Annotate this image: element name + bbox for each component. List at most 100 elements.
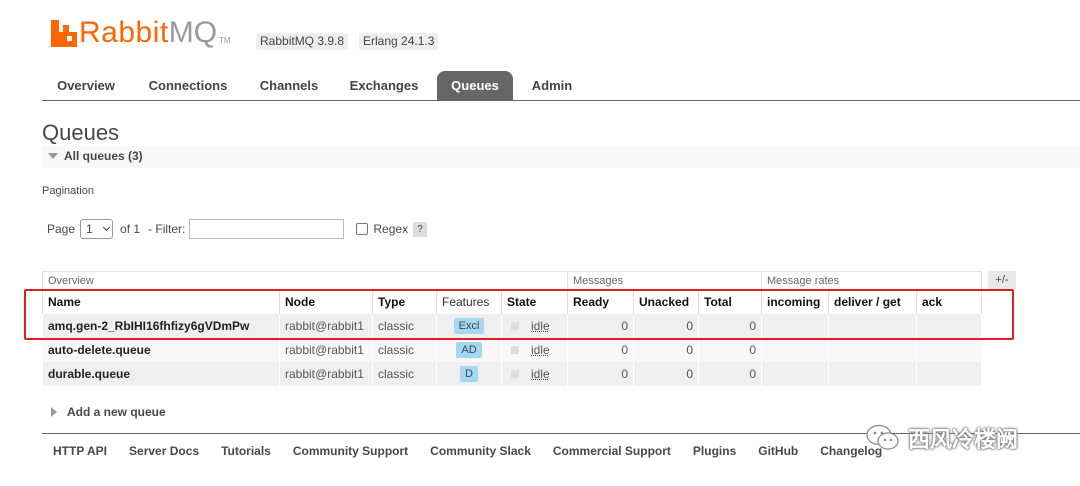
- messages-ready: 0: [567, 337, 634, 362]
- messages-unacked: 0: [633, 337, 699, 362]
- tab-connections[interactable]: Connections: [138, 71, 238, 100]
- rate-incoming: [761, 361, 829, 386]
- filter-input[interactable]: [189, 219, 345, 239]
- queue-node: rabbit@rabbit1: [279, 337, 373, 362]
- add-queue-toggle[interactable]: Add a new queue: [51, 405, 166, 419]
- column-header-deliver-get[interactable]: deliver / get: [828, 289, 917, 314]
- rate-deliver-get: [828, 313, 917, 338]
- messages-ready: 0: [567, 313, 634, 338]
- column-header-ack[interactable]: ack: [916, 289, 982, 314]
- logo-text-mq: MQ: [168, 16, 218, 49]
- rabbitmq-logo[interactable]: Rabbit MQ TM: [51, 16, 231, 50]
- state-indicator-icon: [511, 345, 519, 354]
- page-label: Page: [47, 222, 76, 236]
- add-queue-label: Add a new queue: [67, 405, 166, 419]
- messages-unacked: 0: [633, 313, 699, 338]
- footer-link-tutorials[interactable]: Tutorials: [221, 444, 271, 458]
- table-row[interactable]: amq.gen-2_RbIHI16fhfizy6gVDmPw rabbit@ra…: [42, 313, 982, 338]
- tab-exchanges[interactable]: Exchanges: [340, 71, 428, 100]
- queues-table: Overview Messages Message rates Name Nod…: [42, 271, 982, 386]
- queue-type: classic: [372, 361, 437, 386]
- page-select-value: 1: [86, 222, 93, 236]
- regex-label: Regex: [373, 222, 409, 236]
- tab-overview[interactable]: Overview: [47, 71, 125, 100]
- tab-admin[interactable]: Admin: [522, 71, 582, 100]
- queue-node: rabbit@rabbit1: [279, 313, 373, 338]
- rate-deliver-get: [828, 337, 917, 362]
- feature-badge: Excl: [453, 317, 485, 334]
- column-header-name[interactable]: Name: [42, 289, 280, 314]
- wechat-icon: [866, 424, 899, 450]
- tab-channels[interactable]: Channels: [250, 71, 328, 100]
- pagination-row: Page 1 of 1 - Filter: Regex ?: [47, 218, 428, 240]
- group-header-overview: Overview: [42, 271, 568, 290]
- rate-incoming: [761, 337, 829, 362]
- column-header-features: Features: [436, 289, 502, 314]
- group-header-messages: Messages: [567, 271, 762, 290]
- footer-links: HTTP API Server Docs Tutorials Community…: [53, 444, 882, 458]
- queue-state: idle: [531, 366, 550, 381]
- feature-badge: AD: [456, 341, 482, 358]
- watermark: 西风冷楼阙: [866, 422, 1018, 454]
- rate-incoming: [761, 313, 829, 338]
- table-row[interactable]: durable.queue rabbit@rabbit1 classic D i…: [42, 361, 982, 386]
- messages-total: 0: [698, 337, 762, 362]
- collapse-triangle-icon: [48, 153, 58, 159]
- rabbitmq-logo-icon: [51, 19, 77, 47]
- queue-node: rabbit@rabbit1: [279, 361, 373, 386]
- page-title: Queues: [42, 120, 120, 145]
- queue-state: idle: [531, 318, 550, 333]
- watermark-text: 西风冷楼阙: [908, 427, 1019, 452]
- queue-type: classic: [372, 337, 437, 362]
- footer-link-commercial-support[interactable]: Commercial Support: [553, 444, 671, 458]
- column-header-state[interactable]: State: [501, 289, 568, 314]
- rate-deliver-get: [828, 361, 917, 386]
- page-of-label: of 1: [120, 222, 141, 236]
- chevron-down-icon: [102, 223, 111, 232]
- queue-name-link[interactable]: auto-delete.queue: [42, 337, 280, 362]
- rate-ack: [916, 337, 982, 362]
- rate-ack: [916, 313, 982, 338]
- group-header-message-rates: Message rates: [761, 271, 982, 290]
- column-header-total[interactable]: Total: [698, 289, 762, 314]
- messages-total: 0: [698, 361, 762, 386]
- messages-unacked: 0: [633, 361, 699, 386]
- table-row[interactable]: auto-delete.queue rabbit@rabbit1 classic…: [42, 337, 982, 362]
- column-header-ready[interactable]: Ready: [567, 289, 634, 314]
- footer-link-github[interactable]: GitHub: [758, 444, 798, 458]
- column-header-incoming[interactable]: incoming: [761, 289, 829, 314]
- help-button[interactable]: ?: [413, 221, 428, 237]
- queue-name-link[interactable]: amq.gen-2_RbIHI16fhfizy6gVDmPw: [42, 313, 280, 338]
- column-header-unacked[interactable]: Unacked: [633, 289, 699, 314]
- messages-total: 0: [698, 313, 762, 338]
- footer-link-plugins[interactable]: Plugins: [693, 444, 736, 458]
- state-indicator-icon: [511, 369, 519, 378]
- footer-link-community-support[interactable]: Community Support: [293, 444, 408, 458]
- footer-link-community-slack[interactable]: Community Slack: [430, 444, 531, 458]
- section-header-bar: [42, 146, 1080, 168]
- main-nav: Overview Connections Channels Exchanges …: [42, 71, 1080, 101]
- feature-badge: D: [460, 365, 478, 382]
- regex-checkbox[interactable]: [356, 223, 369, 235]
- column-toggle-button[interactable]: +/-: [988, 271, 1016, 289]
- column-header-node[interactable]: Node: [279, 289, 373, 314]
- all-queues-toggle[interactable]: All queues (3): [48, 149, 143, 163]
- all-queues-label: All queues (3): [64, 149, 143, 163]
- footer-link-http-api[interactable]: HTTP API: [53, 444, 107, 458]
- footer-link-server-docs[interactable]: Server Docs: [129, 444, 199, 458]
- queue-type: classic: [372, 313, 437, 338]
- expand-triangle-icon: [51, 407, 57, 417]
- queue-name-link[interactable]: durable.queue: [42, 361, 280, 386]
- tab-queues[interactable]: Queues: [437, 71, 513, 100]
- column-header-type[interactable]: Type: [372, 289, 437, 314]
- pagination-label: Pagination: [42, 185, 94, 197]
- state-indicator-icon: [511, 321, 519, 330]
- logo-trademark: TM: [219, 35, 231, 45]
- queue-state: idle: [531, 342, 550, 357]
- rabbitmq-version-badge: RabbitMQ 3.9.8: [256, 33, 349, 50]
- logo-text-rabbit: Rabbit: [79, 16, 169, 49]
- page-select[interactable]: 1: [80, 219, 114, 239]
- erlang-version-badge: Erlang 24.1.3: [359, 33, 439, 50]
- rate-ack: [916, 361, 982, 386]
- messages-ready: 0: [567, 361, 634, 386]
